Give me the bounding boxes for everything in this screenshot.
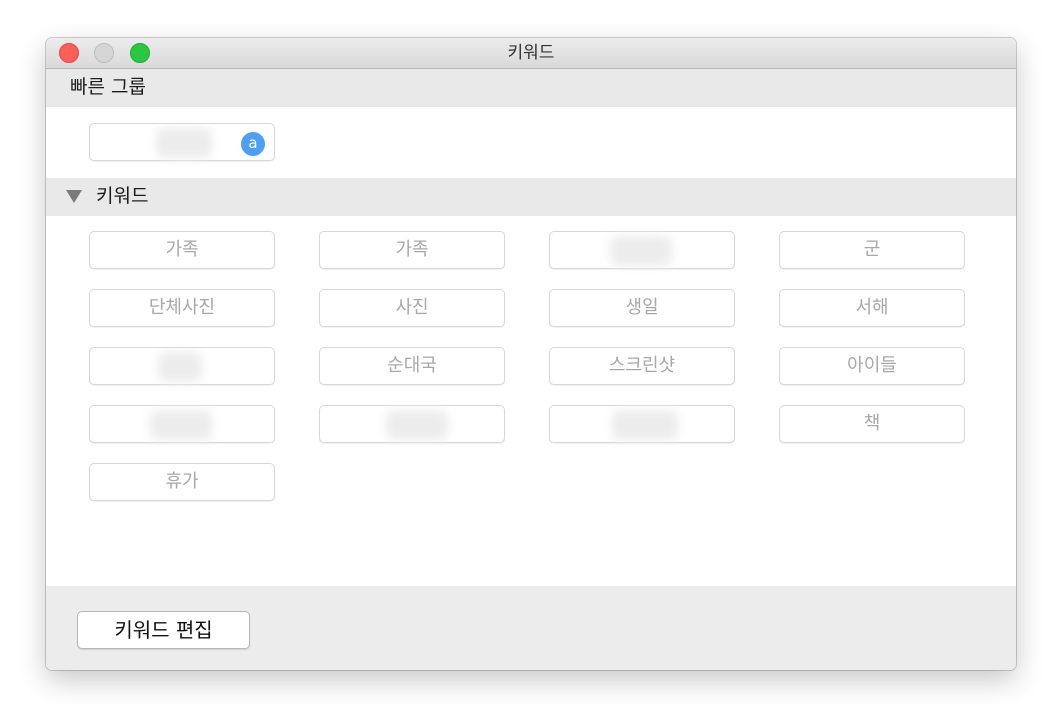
shortcut-badge: a xyxy=(241,132,265,156)
keywords-header[interactable]: 키워드 xyxy=(46,178,1016,216)
keyword-label: 사진 xyxy=(395,297,429,318)
keyword-button[interactable]: 사진 xyxy=(319,289,505,327)
keyword-button[interactable]: 서해 xyxy=(779,289,965,327)
quick-group-label: 빠른 그룹 xyxy=(70,76,146,98)
keyword-label: 스크린샷 xyxy=(608,355,676,376)
keyword-button[interactable]: 아이들 xyxy=(779,347,965,385)
quick-group-header: 빠른 그룹 xyxy=(46,69,1016,107)
keywords-window: 키워드 빠른 그룹 a 키워드 가족 가족 군 단체사진 사진 생일 서해 순대… xyxy=(46,38,1016,670)
keyword-button[interactable] xyxy=(89,347,275,385)
keyword-button[interactable] xyxy=(319,405,505,443)
redacted-label xyxy=(158,352,202,382)
keyword-label: 군 xyxy=(863,239,881,260)
disclosure-triangle-icon[interactable] xyxy=(66,190,82,203)
quick-group-keyword-button[interactable]: a xyxy=(89,123,275,161)
redacted-label xyxy=(612,410,678,440)
keyword-button[interactable]: 군 xyxy=(779,231,965,269)
keyword-button[interactable]: 책 xyxy=(779,405,965,443)
keyword-button[interactable]: 스크린샷 xyxy=(549,347,735,385)
footer-bar: 키워드 편집 xyxy=(46,586,1016,670)
keyword-label: 순대국 xyxy=(387,355,437,376)
keyword-button[interactable] xyxy=(89,405,275,443)
keyword-button[interactable]: 가족 xyxy=(319,231,505,269)
keyword-button[interactable]: 순대국 xyxy=(319,347,505,385)
keyword-label: 단체사진 xyxy=(148,297,216,318)
keyword-button[interactable]: 휴가 xyxy=(89,463,275,501)
keyword-button[interactable] xyxy=(549,231,735,269)
edit-keywords-button[interactable]: 키워드 편집 xyxy=(77,611,250,649)
redacted-label xyxy=(156,128,212,158)
keyword-label: 가족 xyxy=(165,239,199,260)
redacted-label xyxy=(150,410,212,440)
keyword-button[interactable] xyxy=(549,405,735,443)
redacted-label xyxy=(610,236,672,266)
redacted-label xyxy=(386,410,448,440)
keyword-button[interactable]: 생일 xyxy=(549,289,735,327)
keywords-section-label: 키워드 xyxy=(96,185,149,207)
keyword-label: 휴가 xyxy=(165,471,199,492)
keyword-label: 서해 xyxy=(855,297,889,318)
title-bar[interactable]: 키워드 xyxy=(46,38,1016,69)
keyword-label: 아이들 xyxy=(847,355,897,376)
keyword-label: 가족 xyxy=(395,239,429,260)
keyword-label: 책 xyxy=(863,413,881,434)
keyword-button[interactable]: 가족 xyxy=(89,231,275,269)
window-title: 키워드 xyxy=(507,43,555,63)
keyword-button[interactable]: 단체사진 xyxy=(89,289,275,327)
keyword-label: 생일 xyxy=(625,297,659,318)
